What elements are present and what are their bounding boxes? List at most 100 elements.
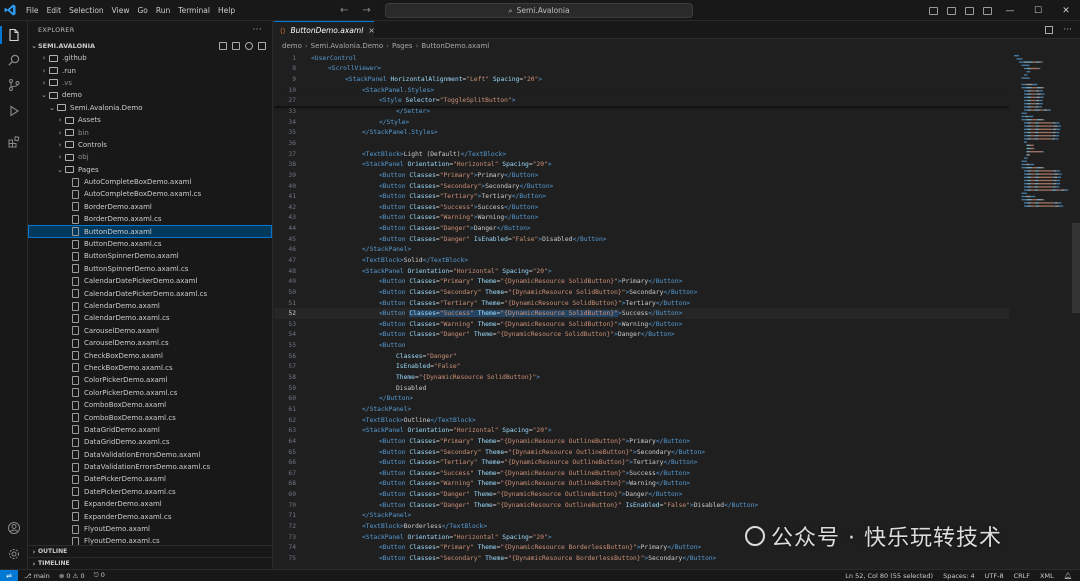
code-line[interactable]: 37 <TextBlock>Light (Default)</TextBlock> xyxy=(274,149,1009,160)
code-line[interactable]: 35 </StackPanel.Styles> xyxy=(274,127,1009,138)
code-line[interactable]: 68 <Button Classes="Warning" Theme="{Dyna… xyxy=(274,479,1009,490)
line-endings[interactable]: CRLF xyxy=(1014,572,1030,580)
code-line[interactable]: 38 <StackPanel Orientation="Horizontal" S… xyxy=(274,159,1009,170)
ports-indicator[interactable]: ⎋ 0 xyxy=(94,571,105,580)
code-line[interactable]: 61 </StackPanel> xyxy=(274,404,1009,415)
code-line[interactable]: 43 <Button Classes="Warning">Warning</But… xyxy=(274,213,1009,224)
code-line[interactable]: 66 <Button Classes="Tertiary" Theme="{Dyn… xyxy=(274,457,1009,468)
tree-file[interactable]: ColorPickerDemo.axaml.cs xyxy=(28,387,272,399)
code-line[interactable]: 41 <Button Classes="Tertiary">Tertiary</B… xyxy=(274,191,1009,202)
code-line[interactable]: 52 <Button Classes="Success" Theme="{Dyna… xyxy=(274,308,1009,319)
command-center[interactable]: ⌕ Semi.Avalonia xyxy=(385,3,693,18)
tree-file[interactable]: ButtonDemo.axaml xyxy=(28,225,272,238)
code-line[interactable]: 33 </Setter> xyxy=(274,106,1009,117)
code-line[interactable]: 34 </Style> xyxy=(274,117,1009,128)
tree-file[interactable]: DataGridDemo.axaml.cs xyxy=(28,436,272,448)
notifications-bell-icon[interactable]: 🔔︎ xyxy=(1064,572,1072,580)
code-line[interactable]: 9 <StackPanel HorizontalAlignment="Left" … xyxy=(274,74,1009,85)
run-debug-icon[interactable] xyxy=(0,100,28,122)
toggle-sidebar-icon[interactable] xyxy=(924,0,942,21)
code-editor[interactable]: 1 <UserControl 8 <ScrollViewer> 9 <StackPanel… xyxy=(274,53,1009,569)
code-line[interactable]: 8 <ScrollViewer> xyxy=(274,64,1009,75)
tree-file[interactable]: CarouselDemo.axaml.cs xyxy=(28,337,272,349)
code-line[interactable]: 47 <TextBlock>Solid</TextBlock> xyxy=(274,255,1009,266)
tree-file[interactable]: DatePickerDemo.axaml.cs xyxy=(28,486,272,498)
menu-file[interactable]: File xyxy=(22,0,43,21)
code-line[interactable]: 56 Classes="Danger" xyxy=(274,351,1009,362)
code-line[interactable]: 70 <Button Classes="Danger" Theme="{Dynam… xyxy=(274,500,1009,511)
tree-folder[interactable]: › Controls xyxy=(28,139,272,151)
workspace-root[interactable]: ⌄ SEMI.AVALONIA xyxy=(28,39,272,52)
tree-file[interactable]: AutoCompleteBoxDemo.axaml xyxy=(28,176,272,188)
menu-run[interactable]: Run xyxy=(152,0,174,21)
remote-indicator-icon[interactable]: ⇌ xyxy=(0,569,18,581)
code-line[interactable]: 75 <Button Classes="Secondary" Theme="{Dy… xyxy=(274,553,1009,564)
code-line[interactable]: 36 xyxy=(274,138,1009,149)
code-line[interactable]: 49 <Button Classes="Primary" Theme="{Dyna… xyxy=(274,276,1009,287)
toggle-panel-icon[interactable] xyxy=(942,0,960,21)
maximize-icon[interactable]: ☐ xyxy=(1024,0,1052,21)
explorer-icon[interactable] xyxy=(0,24,28,46)
outline-section[interactable]: › OUTLINE xyxy=(28,545,273,557)
more-actions-icon[interactable]: ··· xyxy=(1063,25,1072,35)
tree-file[interactable]: ButtonDemo.axaml.cs xyxy=(28,238,272,250)
code-line[interactable]: 1 <UserControl xyxy=(274,53,1009,64)
code-line[interactable]: 65 <Button Classes="Secondary" Theme="{Dy… xyxy=(274,447,1009,458)
tree-file[interactable]: CheckBoxDemo.axaml.cs xyxy=(28,362,272,374)
forward-arrow-icon[interactable]: → xyxy=(362,5,370,16)
new-file-icon[interactable] xyxy=(219,41,227,50)
tree-file[interactable]: ExpanderDemo.axaml xyxy=(28,498,272,510)
close-icon[interactable]: ✕ xyxy=(1052,0,1080,21)
tree-folder[interactable]: › .run xyxy=(28,64,272,76)
code-line[interactable]: 51 <Button Classes="Tertiary" Theme="{Dyn… xyxy=(274,298,1009,309)
new-folder-icon[interactable] xyxy=(232,41,240,50)
timeline-section[interactable]: › TIMELINE xyxy=(28,557,273,569)
breadcrumb-item[interactable]: demo xyxy=(282,42,302,50)
tree-file[interactable]: DataGridDemo.axaml xyxy=(28,424,272,436)
extensions-icon[interactable] xyxy=(0,131,28,153)
toggle-secondary-sidebar-icon[interactable] xyxy=(960,0,978,21)
tree-file[interactable]: DataValidationErrorsDemo.axaml xyxy=(28,449,272,461)
tree-folder[interactable]: ⌄ demo xyxy=(28,89,272,101)
menu-view[interactable]: View xyxy=(108,0,134,21)
tree-file[interactable]: CalendarDemo.axaml xyxy=(28,300,272,312)
language-mode[interactable]: XML xyxy=(1040,572,1054,580)
search-icon[interactable] xyxy=(0,49,28,71)
tree-folder[interactable]: ⌄ Pages xyxy=(28,164,272,176)
code-line[interactable]: 62 <TextBlock>Outline</TextBlock> xyxy=(274,415,1009,426)
menu-edit[interactable]: Edit xyxy=(43,0,66,21)
more-actions-icon[interactable]: ··· xyxy=(253,21,262,39)
code-line[interactable]: 53 <Button Classes="Warning" Theme="{Dyna… xyxy=(274,319,1009,330)
tree-file[interactable]: FlyoutDemo.axaml xyxy=(28,523,272,535)
code-line[interactable]: 50 <Button Classes="Secondary" Theme="{Dy… xyxy=(274,287,1009,298)
tree-folder[interactable]: › bin xyxy=(28,126,272,138)
code-line[interactable]: 64 <Button Classes="Primary" Theme="{Dyna… xyxy=(274,436,1009,447)
code-line[interactable]: 45 <Button Classes="Danger" IsEnabled="Fa… xyxy=(274,234,1009,245)
tree-folder[interactable]: › Assets xyxy=(28,114,272,126)
breadcrumb-item[interactable]: Semi.Avalonia.Demo xyxy=(311,42,383,50)
tree-file[interactable]: AutoCompleteBoxDemo.axaml.cs xyxy=(28,188,272,200)
code-line[interactable]: 48 <StackPanel Orientation="Horizontal" S… xyxy=(274,266,1009,277)
close-tab-icon[interactable]: × xyxy=(368,26,375,35)
back-arrow-icon[interactable]: ← xyxy=(340,5,348,16)
tree-file[interactable]: ComboBoxDemo.axaml xyxy=(28,399,272,411)
cursor-position[interactable]: Ln 52, Col 80 (55 selected) xyxy=(845,572,933,580)
breadcrumb-item[interactable]: Pages xyxy=(392,42,413,50)
minimap[interactable] xyxy=(1012,53,1072,303)
breadcrumb-item[interactable]: ButtonDemo.axaml xyxy=(421,42,489,50)
settings-gear-icon[interactable] xyxy=(0,543,28,565)
branch-indicator[interactable]: ⎇ main xyxy=(24,572,50,580)
code-line[interactable]: 40 <Button Classes="Secondary">Secondary<… xyxy=(274,181,1009,192)
source-control-icon[interactable] xyxy=(0,74,28,96)
tree-folder[interactable]: ⌄ Semi.Avalonia.Demo xyxy=(28,102,272,114)
indentation[interactable]: Spaces: 4 xyxy=(943,572,975,580)
tree-file[interactable]: DatePickerDemo.axaml xyxy=(28,473,272,485)
menu-go[interactable]: Go xyxy=(133,0,151,21)
code-line[interactable]: 27 <Style Selector="ToggleSplitButton"> xyxy=(274,95,1009,107)
tree-folder[interactable]: › .github xyxy=(28,52,272,64)
code-line[interactable]: 10 <StackPanel.Styles> xyxy=(274,85,1009,96)
tree-folder[interactable]: › obj xyxy=(28,151,272,163)
menu-terminal[interactable]: Terminal xyxy=(174,0,214,21)
tab-buttondemo-axaml[interactable]: ⟨⟩ ButtonDemo.axaml × xyxy=(274,21,375,39)
refresh-icon[interactable] xyxy=(245,41,253,50)
